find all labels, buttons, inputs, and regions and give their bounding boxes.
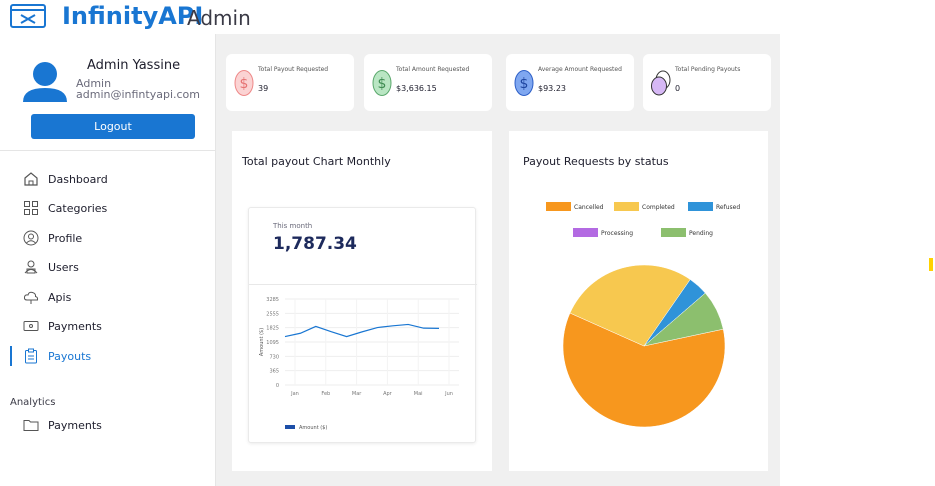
y-tick-label: 730	[269, 354, 279, 360]
stat-label: Total Amount Requested	[396, 66, 470, 73]
avatar-icon	[23, 62, 67, 102]
this-month-value: 1,787.34	[273, 234, 357, 254]
legend-label: Amount ($)	[299, 425, 327, 431]
legend-label-cancelled: Cancelled	[574, 204, 604, 211]
profile-email: admin@infintyapi.com	[76, 88, 200, 101]
home-icon	[22, 170, 40, 188]
y-tick-label: 1095	[266, 340, 279, 346]
legend-label-pending: Pending	[689, 230, 713, 237]
sidebar-item-apis[interactable]: Apis	[22, 287, 71, 307]
pie-chart-panel: Payout Requests by status Cancelled Compl…	[509, 131, 768, 471]
legend-label-processing: Processing	[601, 230, 633, 237]
stat-label: Total Payout Requested	[258, 66, 329, 73]
y-axis-title: Amount ($)	[259, 328, 265, 356]
sidebar: Admin Yassine Admin admin@infintyapi.com…	[0, 34, 216, 486]
dollar-coin-icon: $	[234, 70, 254, 96]
legend-swatch	[573, 228, 598, 237]
grid-icon	[22, 199, 40, 217]
sidebar-item-dashboard[interactable]: Dashboard	[22, 169, 108, 189]
sidebar-item-label: Apis	[48, 290, 72, 304]
clipboard-icon	[22, 347, 40, 365]
stat-card-total-payout: $ Total Payout Requested 39	[226, 54, 354, 111]
legend-swatch	[661, 228, 686, 237]
y-tick-label: 0	[276, 383, 279, 389]
svg-text:$: $	[378, 76, 387, 92]
users-icon	[22, 258, 40, 276]
sidebar-item-payments[interactable]: Payments	[22, 316, 102, 336]
sidebar-item-payouts[interactable]: Payouts	[22, 346, 91, 366]
line-chart-panel: Total payout Chart Monthly This month 1,…	[232, 131, 492, 471]
dollar-coin-icon: $	[372, 70, 392, 96]
brand-logo-text: InfinityAPI	[62, 2, 204, 30]
x-tick-label: Jan	[290, 391, 299, 397]
sidebar-item-label: Users	[48, 260, 79, 274]
analytics-section-label: Analytics	[10, 397, 56, 408]
app-header: InfinityAPI Admin	[0, 0, 935, 34]
sidebar-item-label: Categories	[48, 201, 108, 215]
legend-swatch	[546, 202, 571, 211]
coins-icon	[651, 70, 671, 96]
line-chart: 3285 2555 1825 1095 730 365 0 Jan Feb Mar Apr Mai Ju…	[259, 297, 459, 431]
x-tick-label: Feb	[321, 391, 330, 397]
folder-icon	[22, 416, 40, 434]
sidebar-divider	[0, 150, 216, 151]
sidebar-item-categories[interactable]: Categories	[22, 198, 107, 218]
svg-text:$: $	[520, 76, 529, 92]
legend-swatch	[688, 202, 713, 211]
main-content: $ Total Payout Requested 39 $ Total Amou…	[216, 34, 780, 486]
x-tick-label: Apr	[383, 391, 393, 397]
legend-swatch	[285, 425, 295, 429]
active-indicator	[10, 346, 12, 366]
line-chart-title: Total payout Chart Monthly	[242, 155, 391, 168]
logout-button[interactable]: Logout	[31, 114, 195, 139]
legend-label-refused: Refused	[716, 204, 740, 211]
cloud-icon	[22, 288, 40, 306]
legend-label-completed: Completed	[642, 204, 675, 211]
series-line-amount	[284, 323, 440, 338]
y-tick-label: 2555	[266, 311, 279, 317]
monthly-chart-card: This month 1,787.34 3285 2555 1825 1095 730 3…	[248, 207, 477, 443]
sidebar-item-profile[interactable]: Profile	[22, 228, 82, 248]
y-tick-label: 1825	[266, 326, 279, 332]
stat-value: 0	[675, 84, 681, 93]
x-tick-label: Mai	[414, 391, 423, 397]
dollar-coin-icon: $	[514, 70, 534, 96]
y-tick-label: 365	[269, 369, 279, 375]
stat-value: $3,636.15	[396, 84, 437, 93]
sidebar-item-label: Payouts	[48, 349, 92, 363]
sidebar-item-users[interactable]: Users	[22, 257, 79, 277]
this-month-label: This month	[273, 222, 313, 230]
stat-value: $93.23	[538, 84, 566, 93]
sidebar-item-analytics-payments[interactable]: Payments	[22, 415, 102, 435]
sidebar-item-label: Dashboard	[48, 172, 108, 186]
stat-label: Total Pending Payouts	[675, 66, 741, 73]
stat-card-total-amount: $ Total Amount Requested $3,636.15	[364, 54, 492, 111]
header-subtitle: Admin	[187, 6, 251, 30]
legend-swatch	[614, 202, 639, 211]
stat-card-pending-payouts: Total Pending Payouts 0	[643, 54, 771, 111]
sidebar-item-label: Profile	[48, 231, 83, 245]
person-icon	[22, 229, 40, 247]
sidebar-item-label: Payments	[48, 319, 102, 333]
edge-marker	[929, 258, 933, 271]
stat-label: Average Amount Requested	[538, 66, 622, 73]
profile-name: Admin Yassine	[87, 58, 181, 73]
stat-card-average-amount: $ Average Amount Requested $93.23	[506, 54, 634, 111]
x-tick-label: Mar	[352, 391, 362, 397]
stat-value: 39	[258, 84, 269, 93]
browser-window-icon	[10, 4, 46, 28]
sidebar-item-label: Payments	[48, 418, 102, 432]
y-tick-label: 3285	[266, 297, 279, 303]
payment-icon	[22, 317, 40, 335]
svg-text:$: $	[240, 76, 249, 92]
pie-chart: Cancelled Completed Refused Processing Pendi…	[546, 202, 740, 428]
x-tick-label: Jun	[444, 391, 453, 397]
